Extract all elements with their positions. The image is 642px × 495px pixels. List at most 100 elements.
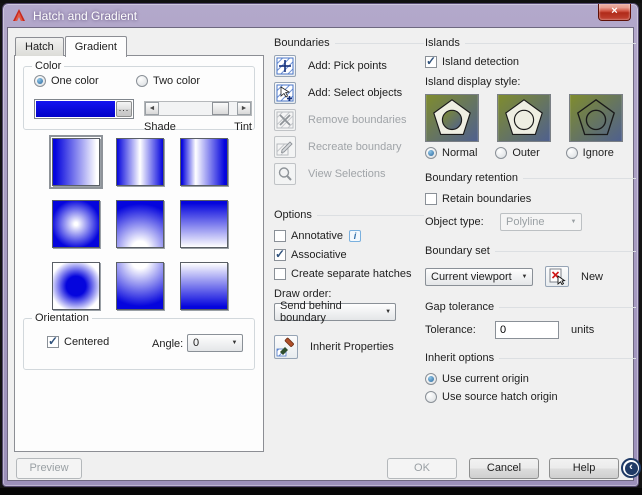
draw-order-select[interactable]: Send behind boundary ▼ bbox=[274, 300, 396, 324]
swatch-inverted-spherical[interactable] bbox=[52, 262, 100, 310]
boundary-retention-title: Boundary retention bbox=[425, 172, 518, 184]
swatch-linear[interactable] bbox=[49, 135, 103, 189]
island-normal-radio[interactable] bbox=[425, 147, 437, 159]
one-color-label: One color bbox=[51, 75, 99, 87]
add-select-objects-row[interactable]: Add: Select objects bbox=[274, 82, 424, 104]
recreate-boundary-button[interactable] bbox=[274, 136, 296, 158]
orientation-group-title: Orientation bbox=[32, 312, 92, 324]
island-outer-radio[interactable] bbox=[495, 147, 508, 159]
island-detection-label: Island detection bbox=[442, 56, 520, 68]
angle-value: 0 bbox=[193, 337, 200, 349]
inherit-properties-button[interactable] bbox=[274, 335, 298, 359]
island-style-normal-image[interactable] bbox=[425, 94, 479, 142]
island-style-ignore-image[interactable] bbox=[569, 94, 623, 142]
swatch-curved[interactable] bbox=[180, 200, 228, 248]
annotative-row[interactable]: Annotative i bbox=[274, 228, 424, 243]
use-source-hatch-origin-radio[interactable] bbox=[425, 391, 437, 403]
preview-button[interactable]: Preview bbox=[16, 458, 82, 479]
remove-boundaries-label: Remove boundaries bbox=[308, 114, 407, 126]
remove-boundaries-button[interactable] bbox=[274, 109, 296, 131]
swatch-inverted-cylinder[interactable] bbox=[180, 138, 228, 186]
add-pick-points-row[interactable]: Add: Pick points bbox=[274, 55, 424, 77]
shade-tint-labels: Shade Tint bbox=[144, 121, 252, 133]
color-swatch-well[interactable]: ... bbox=[34, 99, 134, 119]
inherit-properties-label: Inherit Properties bbox=[310, 341, 394, 353]
hatch-and-gradient-dialog: Hatch and Gradient × Hatch Gradient Colo… bbox=[2, 3, 641, 487]
remove-boundaries-icon bbox=[276, 111, 294, 129]
swatch-inverted-curved[interactable] bbox=[180, 262, 228, 310]
ok-button[interactable]: OK bbox=[387, 458, 457, 479]
close-button[interactable]: × bbox=[598, 4, 631, 21]
options-title: Options bbox=[274, 209, 312, 221]
retain-boundaries-checkbox[interactable] bbox=[425, 193, 437, 205]
dialog-body: Hatch Gradient Color One color Two color bbox=[7, 27, 641, 481]
island-detection-checkbox[interactable] bbox=[425, 54, 437, 68]
island-style-outer-image[interactable] bbox=[497, 94, 551, 142]
pick-points-icon bbox=[276, 57, 294, 75]
slider-thumb[interactable] bbox=[212, 102, 230, 115]
titlebar[interactable]: Hatch and Gradient × bbox=[3, 4, 638, 27]
tint-label: Tint bbox=[234, 121, 252, 133]
boundary-set-value: Current viewport bbox=[431, 270, 512, 283]
boundary-set-select[interactable]: Current viewport ▼ bbox=[425, 267, 533, 286]
island-ignore-radio-row[interactable]: Ignore bbox=[565, 147, 636, 159]
island-display-style-label: Island display style: bbox=[425, 76, 521, 88]
use-current-origin-radio[interactable] bbox=[425, 373, 437, 385]
color-swatch[interactable] bbox=[36, 101, 115, 117]
one-color-radio-circle[interactable] bbox=[34, 75, 46, 87]
help-button[interactable]: Help bbox=[549, 458, 619, 479]
tolerance-input[interactable] bbox=[495, 321, 559, 339]
associative-row[interactable]: Associative bbox=[274, 247, 424, 262]
slider-left-arrow-icon[interactable]: ◄ bbox=[145, 102, 159, 115]
create-separate-hatches-checkbox[interactable] bbox=[274, 267, 286, 280]
cancel-button[interactable]: Cancel bbox=[469, 458, 539, 479]
island-ignore-radio[interactable] bbox=[565, 147, 578, 159]
create-separate-hatches-row[interactable]: Create separate hatches bbox=[274, 266, 424, 281]
two-color-label: Two color bbox=[153, 75, 201, 87]
shade-tint-slider[interactable]: ◄ ► bbox=[144, 101, 252, 116]
draw-order-value: Send behind boundary bbox=[280, 300, 342, 324]
inherit-properties-row[interactable]: Inherit Properties bbox=[274, 335, 424, 359]
chevron-down-icon: ▼ bbox=[385, 309, 392, 315]
swatch-spherical[interactable] bbox=[52, 200, 100, 248]
island-normal-radio-row[interactable]: Normal bbox=[425, 147, 495, 159]
associative-checkbox[interactable] bbox=[274, 247, 286, 261]
new-boundary-set-button[interactable] bbox=[545, 266, 569, 287]
retain-boundaries-row[interactable]: Retain boundaries bbox=[425, 193, 636, 205]
new-label: New bbox=[581, 270, 604, 283]
draw-order-label: Draw order: bbox=[274, 288, 332, 300]
info-icon[interactable]: i bbox=[348, 229, 361, 242]
swatch-inverted-hemispherical[interactable] bbox=[116, 262, 164, 310]
object-type-select[interactable]: Polyline ▼ bbox=[500, 213, 582, 231]
two-color-radio-circle[interactable] bbox=[136, 75, 148, 87]
angle-select[interactable]: 0 ▼ bbox=[187, 334, 243, 352]
collapse-options-button[interactable]: ‹ bbox=[621, 458, 641, 478]
inherit-properties-brush-icon bbox=[276, 337, 294, 357]
bottom-strip bbox=[0, 488, 642, 495]
annotative-checkbox[interactable] bbox=[274, 229, 286, 242]
slider-track[interactable] bbox=[159, 102, 237, 115]
swatch-hemispherical[interactable] bbox=[116, 200, 164, 248]
view-selections-label: View Selections bbox=[308, 168, 386, 180]
use-current-origin-row[interactable]: Use current origin bbox=[425, 373, 636, 385]
add-pick-points-button[interactable] bbox=[274, 55, 296, 77]
swatch-cylinder[interactable] bbox=[116, 138, 164, 186]
color-browse-button[interactable]: ... bbox=[116, 101, 132, 117]
slider-right-arrow-icon[interactable]: ► bbox=[237, 102, 251, 115]
centered-checkbox-row[interactable]: Centered bbox=[47, 334, 109, 348]
island-detection-row[interactable]: Island detection bbox=[425, 54, 636, 68]
tab-hatch[interactable]: Hatch bbox=[15, 37, 64, 56]
island-normal-label: Normal bbox=[442, 147, 478, 159]
magnifier-icon bbox=[278, 167, 292, 181]
window-title: Hatch and Gradient bbox=[33, 8, 138, 23]
island-outer-radio-row[interactable]: Outer bbox=[495, 147, 565, 159]
add-select-objects-button[interactable] bbox=[274, 82, 296, 104]
annotative-label: Annotative bbox=[291, 229, 343, 242]
one-color-radio[interactable]: One color bbox=[34, 75, 99, 87]
centered-checkbox[interactable] bbox=[47, 334, 59, 348]
islands-header: Islands bbox=[425, 36, 636, 50]
two-color-radio[interactable]: Two color bbox=[136, 75, 200, 87]
tab-gradient[interactable]: Gradient bbox=[64, 36, 127, 57]
use-source-hatch-origin-row[interactable]: Use source hatch origin bbox=[425, 391, 636, 403]
view-selections-button[interactable] bbox=[274, 163, 296, 185]
